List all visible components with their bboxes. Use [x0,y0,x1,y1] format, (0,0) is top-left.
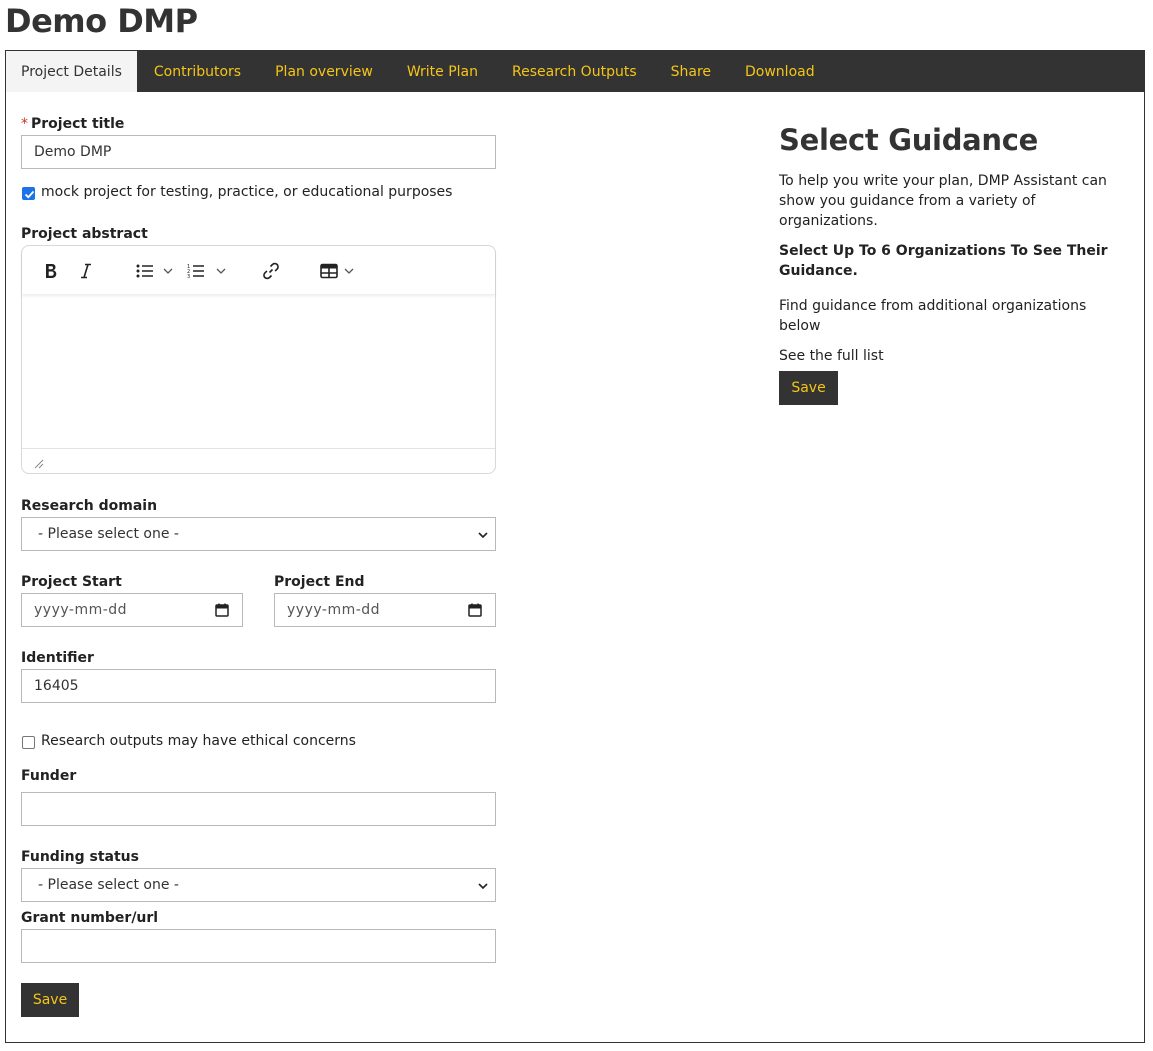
abstract-label: Project abstract [21,226,148,242]
tab-download[interactable]: Download [728,51,832,92]
identifier-label: Identifier [21,650,94,666]
chevron-down-icon [478,532,488,539]
resize-handle-icon[interactable] [34,459,44,469]
link-icon [263,262,279,280]
numbered-list-icon: 1 2 3 [187,264,204,279]
tab-write-plan[interactable]: Write Plan [390,51,495,92]
chevron-down-icon [163,268,173,274]
bulleted-list-button[interactable] [136,260,173,282]
checkmark-icon [24,190,35,199]
bold-button[interactable] [44,260,58,282]
tab-plan-overview[interactable]: Plan overview [258,51,390,92]
bulleted-list-icon [136,264,153,278]
page-title: Demo DMP [5,2,198,40]
guidance-select-heading: Select Up To 6 Organizations To See Thei… [779,243,1108,279]
project-start-value: yyyy-mm-dd [34,602,128,618]
required-marker: * [21,116,28,132]
svg-text:3: 3 [187,274,190,279]
research-domain-label: Research domain [21,498,158,514]
mock-project-label: mock project for testing, practice, or e… [41,184,453,200]
ethical-concerns-checkbox[interactable] [22,736,35,749]
funding-status-select[interactable]: - Please select one - [21,868,496,902]
project-end-value: yyyy-mm-dd [287,602,381,618]
editor-toolbar: 1 2 3 [22,246,495,294]
project-end-label: Project End [274,574,365,590]
link-button[interactable] [262,260,280,282]
tab-share[interactable]: Share [654,51,728,92]
table-icon [320,263,338,279]
bold-icon [46,264,57,278]
guidance-find-more: Find guidance from additional organizati… [779,298,1087,334]
grant-label: Grant number/url [21,910,159,926]
mock-project-checkbox[interactable] [22,187,35,200]
calendar-icon[interactable] [468,603,482,617]
ethical-concerns-label: Research outputs may have ethical concer… [41,733,356,749]
project-start-input[interactable]: yyyy-mm-dd [21,593,243,627]
calendar-icon[interactable] [215,603,229,617]
guidance-title: Select Guidance [779,123,1039,157]
identifier-input[interactable]: 16405 [21,669,496,703]
project-title-label: * Project title [21,116,124,132]
abstract-editor: 1 2 3 [21,245,496,474]
project-start-label: Project Start [21,574,122,590]
tab-project-details[interactable]: Project Details [6,51,137,92]
project-title-label-text: Project title [31,116,125,132]
funding-status-value: - Please select one - [38,877,179,893]
project-title-input[interactable]: Demo DMP [21,135,496,169]
grant-input[interactable] [21,929,496,963]
numbered-list-button[interactable]: 1 2 3 [187,260,226,282]
italic-button[interactable] [80,260,92,282]
guidance-intro: To help you write your plan, DMP Assista… [779,173,1107,229]
tab-bar: Project Details Contributors Plan overvi… [6,51,1144,92]
tab-contributors[interactable]: Contributors [137,51,258,92]
funding-status-label: Funding status [21,849,139,865]
chevron-down-icon [216,268,226,274]
guidance-save-button[interactable]: Save [779,371,838,405]
chevron-down-icon [344,268,354,274]
table-button[interactable] [320,260,354,282]
funder-input[interactable] [21,792,496,826]
research-domain-select[interactable]: - Please select one - [21,517,496,551]
guidance-full-list: See the full list [779,348,884,364]
funder-label: Funder [21,768,77,784]
chevron-down-icon [478,883,488,890]
tab-research-outputs[interactable]: Research Outputs [495,51,654,92]
plan-panel: Project Details Contributors Plan overvi… [5,50,1145,1043]
save-button[interactable]: Save [21,983,79,1017]
editor-statusbar [22,448,495,473]
abstract-textarea[interactable] [22,296,495,448]
project-end-input[interactable]: yyyy-mm-dd [274,593,496,627]
italic-icon [81,263,91,279]
research-domain-value: - Please select one - [38,526,179,542]
